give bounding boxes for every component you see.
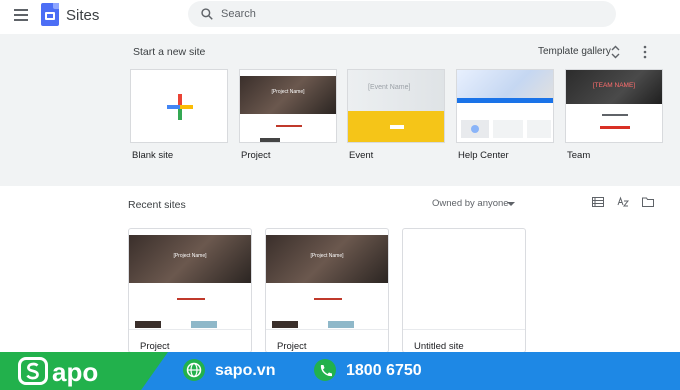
card-divider [403,329,525,330]
recent-site-card[interactable]: [Project Name] Project [128,228,252,353]
plus-icon [167,94,193,120]
card-accent-line [177,298,205,300]
template-help-center[interactable] [456,69,554,143]
brand-logo-icon [18,357,48,385]
template-blank-site[interactable] [130,69,228,143]
card-divider [266,329,388,330]
card-title[interactable]: Project [277,341,307,352]
card-title[interactable]: Project [140,341,170,352]
website-text: sapo.vn [215,362,276,379]
list-view-icon[interactable] [592,196,604,208]
template-gallery-button[interactable]: Template gallery [538,46,611,57]
template-project[interactable]: [Project Name] [239,69,337,143]
recent-site-card[interactable]: [Project Name] Project [265,228,389,353]
gallery-heading: Start a new site [133,46,206,58]
template-label[interactable]: Blank site [132,150,173,161]
template-red-button [600,126,630,129]
template-button-shape [390,125,404,129]
dropdown-caret-icon[interactable] [507,202,515,206]
recent-sites-heading: Recent sites [128,199,186,211]
sites-logo-icon[interactable] [41,3,59,26]
brand-name: apo [52,357,99,387]
card-thumb-strip [272,321,298,328]
sort-az-icon[interactable] [617,196,629,208]
card-preview-title: [Project Name] [310,253,344,259]
template-card-block [527,120,551,138]
template-label[interactable]: Help Center [458,150,509,161]
template-preview-title: [Project Name] [271,89,305,95]
top-bar: Sites Search [0,0,680,34]
card-thumb-strip [191,321,217,328]
template-bottom-strip [260,138,280,142]
phone-icon [314,359,336,381]
menu-icon[interactable] [14,9,28,23]
more-options-icon[interactable] [642,45,648,59]
template-circle [471,125,479,133]
template-text-line [602,114,628,116]
expand-icon[interactable] [611,45,620,59]
template-label[interactable]: Project [241,150,271,161]
template-card-block [493,120,523,138]
card-title[interactable]: Untitled site [414,341,464,352]
phone-number-text: 1800 6750 [346,362,422,379]
template-event[interactable]: [Event Name] [347,69,445,143]
card-thumb-strip [135,321,161,328]
search-icon[interactable] [200,7,214,21]
app-title[interactable]: Sites [66,7,99,24]
card-accent-line [314,298,342,300]
card-hero-image [129,235,251,283]
template-team[interactable]: [TEAM NAME] [565,69,663,143]
card-preview-title: [Project Name] [173,253,207,259]
search-input[interactable]: Search [221,8,256,20]
globe-icon [183,359,205,381]
promo-banner: apo sapo.vn 1800 6750 [0,352,680,390]
template-blue-bar [457,98,553,103]
template-accent-line [276,125,302,127]
card-divider [129,329,251,330]
template-preview-title: [TEAM NAME] [592,82,636,89]
template-hero-image [240,76,336,114]
card-hero-image [266,235,388,283]
search-bar[interactable]: Search [188,1,616,27]
template-label[interactable]: Event [349,150,373,161]
template-label[interactable]: Team [567,150,590,161]
owner-filter-dropdown[interactable]: Owned by anyone [432,198,509,209]
recent-site-card[interactable]: Untitled site [402,228,526,353]
template-preview-title: [Event Name] [368,84,411,91]
template-hero-image [457,70,553,98]
template-gallery-section: Start a new site Template gallery Blank … [0,34,680,186]
folder-icon[interactable] [642,196,654,208]
card-thumb-strip [328,321,354,328]
